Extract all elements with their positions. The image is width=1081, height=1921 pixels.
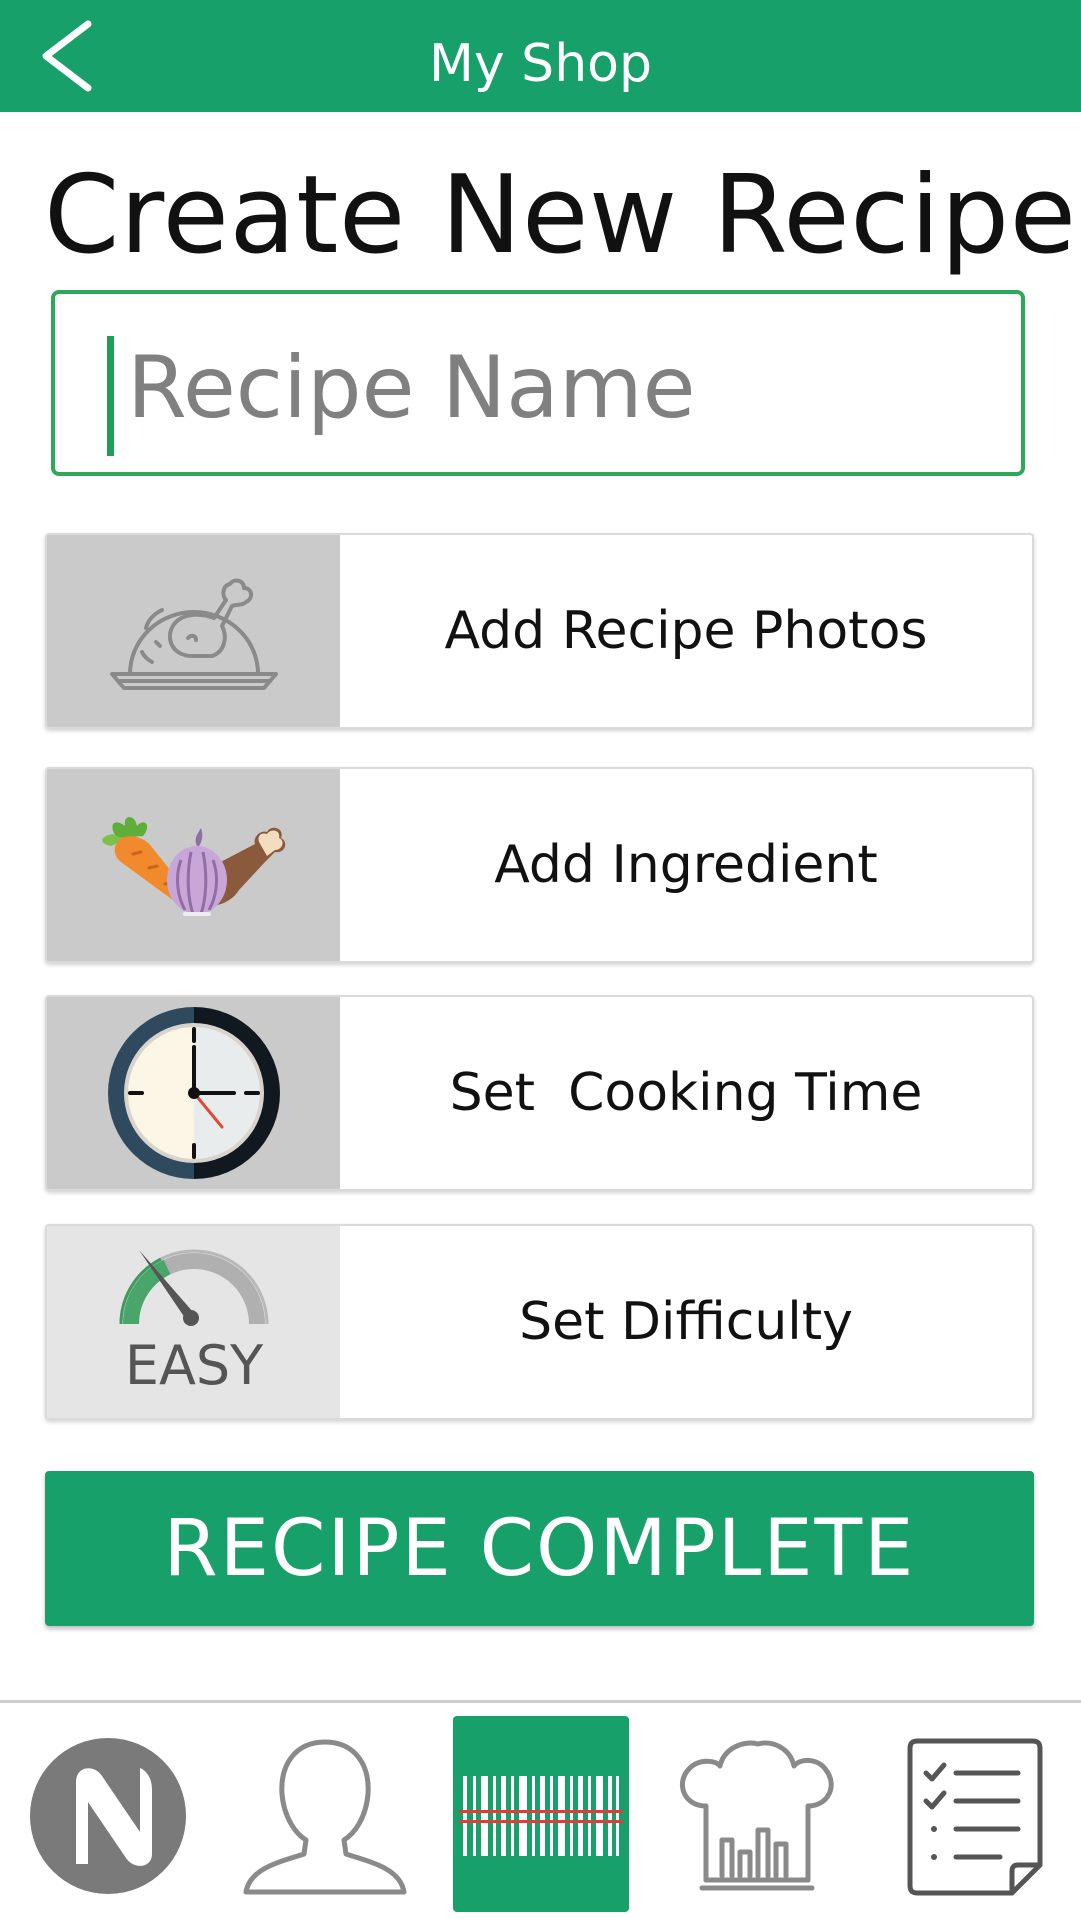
page-title: Create New Recipe	[44, 153, 1077, 278]
set-cooking-time-label: Set Cooking Time	[449, 1063, 923, 1123]
set-difficulty-button[interactable]: EASY Set Difficulty	[45, 1224, 1034, 1420]
add-ingredient-button[interactable]: Add Ingredient	[45, 767, 1034, 963]
set-cooking-time-button[interactable]: Set Cooking Time	[45, 995, 1034, 1191]
difficulty-gauge-text: EASY	[124, 1334, 263, 1397]
recipe-name-field[interactable]	[51, 290, 1025, 476]
barcode-scan-icon	[459, 1776, 623, 1856]
clock-icon-box	[47, 997, 340, 1189]
nav-profile-button[interactable]	[240, 1736, 410, 1896]
clock-icon	[107, 1007, 280, 1179]
app-logo-icon	[30, 1738, 186, 1894]
roast-chicken-icon	[109, 578, 278, 690]
set-difficulty-label: Set Difficulty	[519, 1292, 853, 1352]
difficulty-gauge-icon: EASY	[119, 1249, 268, 1397]
checklist-icon	[907, 1738, 1043, 1896]
add-recipe-photos-label: Add Recipe Photos	[444, 601, 928, 661]
photo-icon-box	[47, 535, 340, 727]
bottom-navigation	[0, 1700, 1081, 1921]
add-ingredient-label: Add Ingredient	[494, 835, 878, 895]
difficulty-icon-box: EASY	[47, 1226, 340, 1418]
nav-list-button[interactable]	[900, 1733, 1050, 1903]
nav-home-button[interactable]	[28, 1736, 188, 1896]
app-header: My Shop	[0, 0, 1081, 112]
recipe-complete-button[interactable]: RECIPE COMPLETE	[45, 1471, 1034, 1626]
nav-chef-button[interactable]	[672, 1736, 842, 1896]
add-recipe-photos-button[interactable]: Add Recipe Photos	[45, 533, 1034, 729]
ingredient-icon-box	[47, 769, 340, 961]
nav-scan-button[interactable]	[453, 1716, 629, 1912]
text-cursor	[107, 336, 114, 456]
header-title: My Shop	[429, 34, 652, 94]
ingredients-icon	[101, 817, 285, 916]
recipe-name-input[interactable]	[125, 332, 1009, 444]
profile-icon	[243, 1739, 407, 1895]
chef-hat-chart-icon	[680, 1740, 834, 1891]
